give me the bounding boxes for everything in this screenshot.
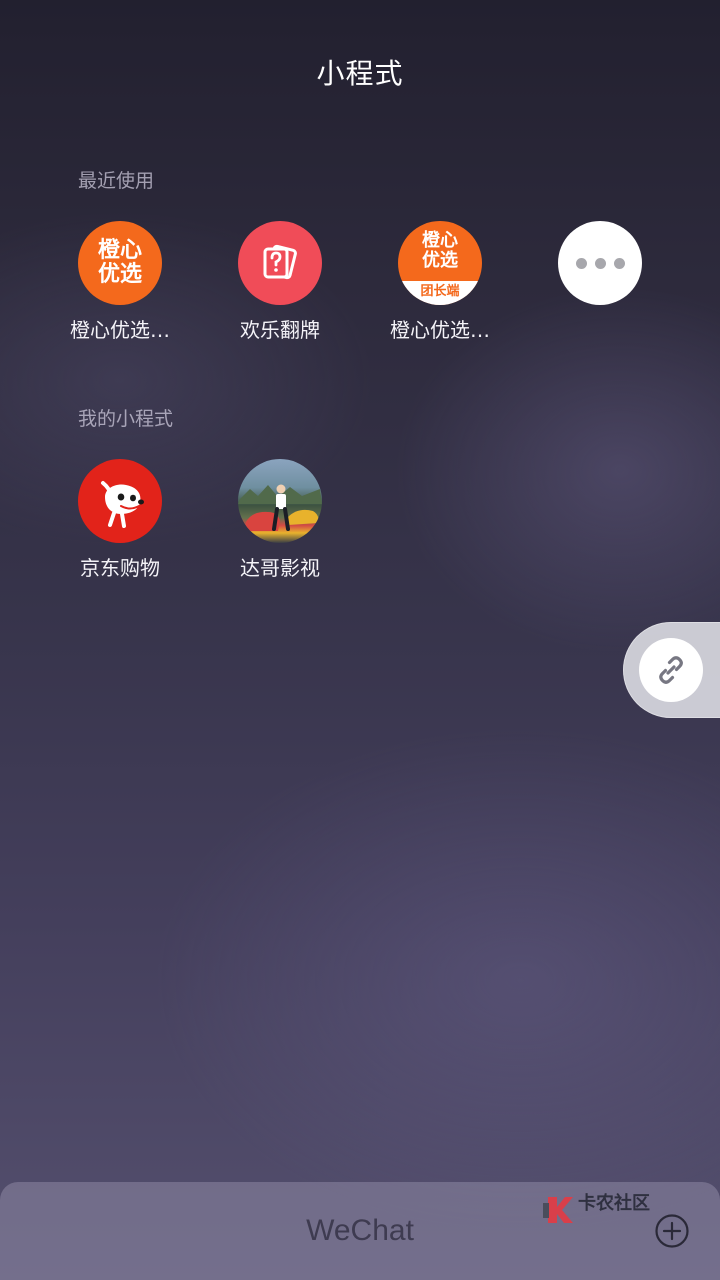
cheng-xin-team-icon: 橙心 优选 团长端	[398, 221, 482, 305]
team-icon-line1: 橙心	[422, 230, 458, 251]
recent-app-cheng-xin-you-xuan[interactable]: 橙心 优选 橙心优选…	[40, 221, 200, 361]
more-dots	[575, 257, 625, 269]
recent-app-huan-le-fan-pai[interactable]: 欢乐翻牌	[200, 221, 360, 361]
app-label: 达哥影视	[240, 556, 320, 580]
page-title: 小程式	[316, 57, 404, 90]
my-app-jd[interactable]: 京东购物	[40, 459, 200, 599]
card-flip-glyph	[263, 244, 297, 280]
cheng-xin-icon-text: 橙心 优选	[98, 239, 142, 287]
cheng-xin-icon-line2: 优选	[97, 262, 142, 287]
cheng-xin-you-xuan-icon: 橙心 优选	[78, 221, 162, 305]
plus-circle-glyph	[655, 1214, 689, 1248]
recent-app-cheng-xin-team[interactable]: 橙心 优选 团长端 橙心优选…	[360, 221, 520, 361]
recent-more-button[interactable]	[520, 221, 680, 361]
watermark-k-icon	[543, 1197, 573, 1223]
team-badge: 团长端	[398, 281, 482, 305]
app-label: 橙心优选…	[390, 318, 490, 342]
my-app-da-ge-ying-shi[interactable]: 达哥影视	[200, 459, 360, 599]
photo-avatar-glyph	[238, 484, 322, 531]
floating-link-button[interactable]	[623, 622, 720, 718]
recent-section-label: 最近使用	[78, 170, 155, 192]
my-mini-programs-label: 我的小程式	[78, 408, 174, 430]
app-label: 京东购物	[80, 556, 160, 580]
card-flip-icon	[238, 221, 322, 305]
link-icon	[639, 638, 703, 702]
watermark-logo: 卡农社区	[540, 1188, 668, 1230]
cheng-xin-icon-line1: 橙心	[97, 238, 142, 263]
cheng-xin-team-icon-text: 橙心 优选	[398, 221, 482, 281]
plus-circle-icon[interactable]	[654, 1213, 690, 1249]
watermark-text: 卡农社区	[578, 1193, 650, 1214]
app-label: 橙心优选…	[70, 318, 170, 342]
jd-dog-glyph	[101, 481, 144, 528]
link-glyph	[659, 656, 683, 684]
jd-dog-icon	[78, 459, 162, 543]
photo-avatar-icon	[238, 459, 322, 543]
more-icon	[558, 221, 642, 305]
app-label: 欢乐翻牌	[240, 318, 320, 342]
team-icon-line2: 优选	[422, 250, 458, 271]
